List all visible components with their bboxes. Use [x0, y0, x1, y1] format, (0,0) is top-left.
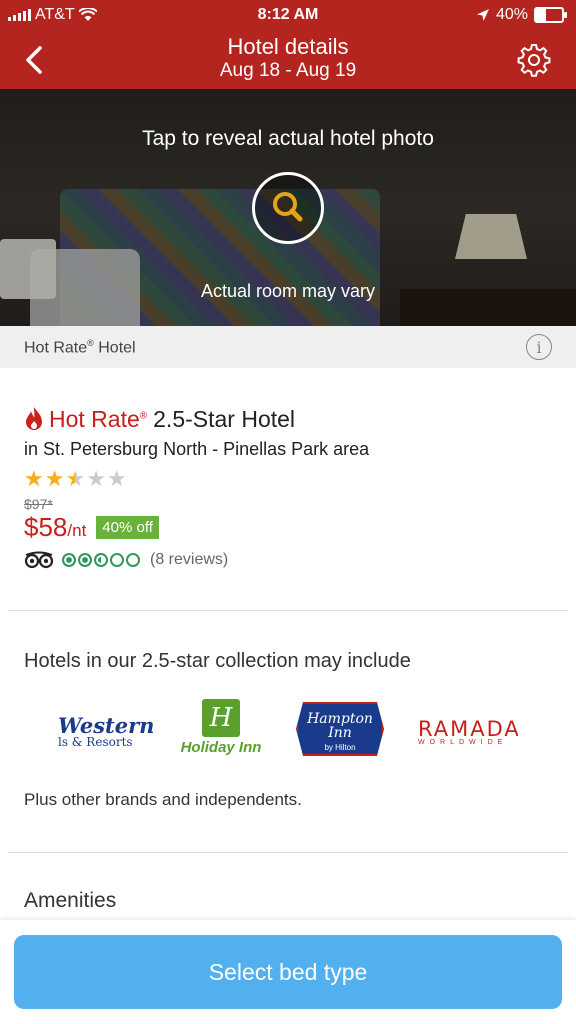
- hot-rate-label-text: Hot Rate: [24, 339, 88, 357]
- amenities-heading: Amenities: [24, 889, 117, 912]
- page-title: Hotel details: [227, 34, 349, 59]
- rating-bubble-icon: [94, 553, 108, 567]
- hot-rate-reg-mark: ®: [87, 338, 94, 348]
- star-rating: ★ ★ ★ ★ ★: [24, 468, 554, 490]
- star-icon: ★: [106, 466, 127, 491]
- stay-dates: Aug 18 - Aug 19: [219, 60, 357, 81]
- hampton-inn-logo: Hampton Inn by Hilton: [296, 702, 384, 756]
- divider: [8, 852, 568, 853]
- original-price: $97*: [24, 496, 53, 512]
- ramada-logo-subtext: WORLDWIDE: [418, 739, 508, 746]
- rating-bubble-icon: [126, 553, 140, 567]
- nightly-price: $58/nt: [24, 512, 86, 543]
- ramada-logo: RAMADA WORLDWIDE: [418, 717, 518, 746]
- tripadvisor-owl-icon: [24, 551, 54, 569]
- rating-bubble-icon: [110, 553, 124, 567]
- header-bar: AT&T 8:12 AM 40% Hotel details Aug 18 - …: [0, 0, 576, 89]
- other-brands-note: Plus other brands and independents.: [24, 790, 302, 809]
- battery-icon: [534, 7, 567, 23]
- reveal-photo-text: Tap to reveal actual hotel photo: [142, 127, 434, 150]
- room-may-vary-text: Actual room may vary: [200, 281, 376, 301]
- divider: [8, 610, 568, 611]
- nav-bar: Hotel details Aug 18 - Aug 19: [0, 32, 576, 89]
- rating-bubble-icon: [78, 553, 92, 567]
- hotel-heading: Hot Rate® 2.5-Star Hotel: [24, 404, 554, 434]
- price-value: $58: [24, 512, 68, 542]
- hampton-logo-mid: Inn: [328, 725, 352, 741]
- review-count: (8 reviews): [150, 551, 229, 568]
- star-icon: ★: [44, 466, 65, 491]
- rating-bubble-icon: [62, 553, 76, 567]
- holiday-inn-logo-text: Holiday Inn: [180, 739, 262, 756]
- gear-icon[interactable]: [516, 42, 552, 78]
- reveal-photo-button[interactable]: [252, 172, 324, 244]
- holiday-inn-mark: H: [202, 699, 240, 737]
- discount-badge: 40% off: [96, 516, 159, 539]
- status-bar: AT&T 8:12 AM 40%: [0, 0, 576, 32]
- collection-heading: Hotels in our 2.5-star collection may in…: [24, 650, 411, 672]
- best-western-logo: Western ls & Resorts: [58, 713, 158, 749]
- hotel-area: in St. Petersburg North - Pinellas Park …: [24, 439, 370, 459]
- star-icon: ★: [24, 466, 44, 491]
- price-unit: /nt: [67, 521, 87, 540]
- hot-rate-label-suffix: Hotel: [98, 339, 136, 357]
- review-bubbles: [62, 553, 140, 567]
- review-summary[interactable]: (8 reviews): [24, 551, 554, 569]
- select-bed-type-button[interactable]: Select bed type: [14, 935, 562, 1009]
- hotel-summary: Hot Rate® 2.5-Star Hotel in St. Petersbu…: [24, 404, 554, 569]
- location-arrow-icon: [476, 9, 489, 21]
- brand-logos: Western ls & Resorts H Holiday Inn Hampt…: [0, 695, 576, 765]
- battery-percent: 40%: [495, 6, 528, 23]
- info-icon[interactable]: i: [526, 334, 552, 360]
- hampton-inn-logo-text: Hampton Inn: [298, 712, 382, 740]
- hot-rate-brand-mark: ®: [139, 409, 148, 421]
- hot-rate-bar: Hot Rate® Hotel i: [0, 326, 576, 368]
- flame-icon: [26, 407, 42, 430]
- hotel-class: 2.5-Star Hotel: [153, 405, 296, 432]
- hot-rate-label: Hot Rate® Hotel: [24, 338, 136, 357]
- search-icon: [273, 192, 303, 222]
- star-icon: ★: [86, 466, 106, 491]
- ramada-logo-text: RAMADA: [418, 717, 518, 741]
- holiday-inn-logo: H Holiday Inn: [178, 699, 264, 756]
- hot-rate-brand: Hot Rate®: [49, 406, 147, 433]
- hotel-photo[interactable]: Tap to reveal actual hotel photo Actual …: [0, 89, 576, 326]
- hampton-inn-logo-subtext: by Hilton: [324, 743, 356, 752]
- hot-rate-brand-text: Hot Rate: [49, 405, 140, 432]
- half-star-icon: ★: [65, 466, 86, 491]
